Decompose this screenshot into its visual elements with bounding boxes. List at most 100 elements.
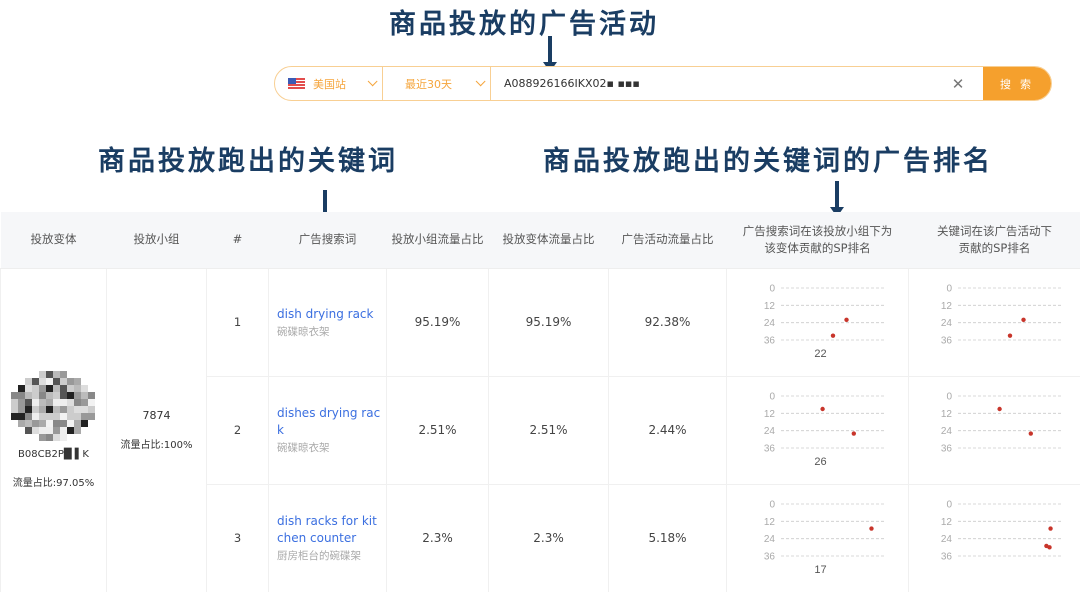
rank-point[interactable] <box>1047 526 1053 531</box>
row-index: 1 <box>206 267 269 377</box>
image-pixel <box>60 427 67 434</box>
product-image[interactable] <box>11 371 96 441</box>
rank-point[interactable] <box>1007 333 1012 338</box>
image-pixel <box>74 427 81 434</box>
site-select[interactable]: 美国站 <box>275 67 383 100</box>
image-pixel <box>46 378 53 385</box>
image-pixel <box>11 406 18 413</box>
y-tick-label: 0 <box>946 392 952 403</box>
y-tick-label: 0 <box>946 500 952 511</box>
y-tick-label: 24 <box>763 534 775 545</box>
rank-value-label: 22 <box>814 348 826 360</box>
image-pixel <box>88 413 95 420</box>
y-tick-label: 24 <box>763 318 775 329</box>
rank-chart[interactable]: 0 12 24 36 <box>920 496 1070 580</box>
group-cell: 7874 流量占比:100% <box>106 267 207 592</box>
campaign-rank-chart: 0 12 24 36 <box>908 267 1080 377</box>
rank-point[interactable] <box>851 431 856 436</box>
keyword-link[interactable]: dish drying rack <box>277 306 382 323</box>
campaign-traffic-pct: 92.38% <box>608 267 727 377</box>
rank-value-label: 17 <box>814 564 826 576</box>
rank-point[interactable] <box>1046 545 1052 550</box>
image-pixel <box>60 399 67 406</box>
keyword-cell: dishes drying rack 碗碟晾衣架 <box>268 375 387 485</box>
annotation-campaign: 商品投放的广告活动 <box>389 9 659 40</box>
rank-point[interactable] <box>996 406 1002 412</box>
search-bar: 美国站 最近30天 ✕ 搜 索 <box>274 66 1052 101</box>
rank-point[interactable] <box>1020 317 1026 322</box>
header-search-term: 广告搜索词 <box>268 212 387 269</box>
image-pixel <box>67 413 74 420</box>
search-input[interactable] <box>504 77 904 90</box>
y-tick-label: 36 <box>763 552 775 563</box>
variant-share: 流量占比:97.05% <box>12 478 95 489</box>
rank-chart[interactable]: 0 12 24 36 26 <box>743 388 893 472</box>
keyword-cell: dish racks for kitchen counter 厨房柜台的碗碟架 <box>268 483 387 592</box>
chevron-down-icon <box>475 76 486 87</box>
variant-rank-chart: 0 12 24 36 22 <box>726 267 909 377</box>
image-pixel <box>53 378 60 385</box>
rank-chart[interactable]: 0 12 24 36 <box>920 388 1070 472</box>
y-tick-label: 12 <box>940 517 952 528</box>
image-pixel <box>32 378 39 385</box>
date-range-label: 最近30天 <box>405 77 452 91</box>
image-pixel <box>67 406 74 413</box>
image-pixel <box>74 406 81 413</box>
image-pixel <box>67 385 74 392</box>
image-pixel <box>81 392 88 399</box>
y-tick-label: 12 <box>940 409 952 420</box>
keyword-link[interactable]: dishes drying rack <box>277 405 382 439</box>
image-pixel <box>39 399 46 406</box>
chevron-down-icon <box>367 76 378 87</box>
rank-chart[interactable]: 0 12 24 36 17 <box>743 496 893 580</box>
image-pixel <box>32 392 39 399</box>
image-pixel <box>39 371 46 378</box>
image-pixel <box>53 385 60 392</box>
keyword-translation: 碗碟晾衣架 <box>277 442 330 454</box>
header-variant-sp-rank: 广告搜索词在该投放小组下为 该变体贡献的SP排名 <box>726 212 909 269</box>
image-pixel <box>53 392 60 399</box>
image-pixel <box>46 434 53 441</box>
y-tick-label: 36 <box>940 444 952 455</box>
variant-rank-chart: 0 12 24 36 17 <box>726 483 909 592</box>
variant-traffic-pct: 2.51% <box>488 375 609 485</box>
y-tick-label: 24 <box>940 426 952 437</box>
image-pixel <box>46 420 53 427</box>
y-tick-label: 12 <box>763 409 775 420</box>
rank-point[interactable] <box>843 317 849 322</box>
image-pixel <box>39 385 46 392</box>
header-line: 关键词在该广告活动下 <box>937 223 1052 238</box>
image-pixel <box>88 399 95 406</box>
rank-chart[interactable]: 0 12 24 36 22 <box>743 280 893 364</box>
keyword-link[interactable]: dish racks for kitchen counter <box>277 513 382 547</box>
rank-point[interactable] <box>819 406 825 412</box>
search-button[interactable]: 搜 索 <box>983 67 1051 100</box>
y-tick-label: 36 <box>763 444 775 455</box>
rank-point[interactable] <box>830 333 835 338</box>
image-pixel <box>25 399 32 406</box>
rank-point[interactable] <box>1028 431 1033 436</box>
y-tick-label: 0 <box>946 284 952 295</box>
header-line: 该变体贡献的SP排名 <box>764 240 871 255</box>
group-traffic-pct: 2.3% <box>386 483 489 592</box>
image-pixel <box>32 420 39 427</box>
image-pixel <box>46 413 53 420</box>
image-pixel <box>67 399 74 406</box>
y-tick-label: 24 <box>940 534 952 545</box>
rank-chart[interactable]: 0 12 24 36 <box>920 280 1070 364</box>
image-pixel <box>81 385 88 392</box>
date-range-select[interactable]: 最近30天 <box>383 67 491 100</box>
header-index: # <box>206 212 269 269</box>
image-pixel <box>25 427 32 434</box>
annotation-ranking: 商品投放跑出的关键词的广告排名 <box>543 146 993 177</box>
close-icon[interactable]: ✕ <box>943 67 973 100</box>
rank-point[interactable] <box>868 526 874 531</box>
y-tick-label: 24 <box>940 318 952 329</box>
variant-asin[interactable]: B08CB2P█ ▌K <box>1 449 106 460</box>
header-campaign-traffic: 广告活动流量占比 <box>608 212 727 269</box>
variant-traffic-pct: 95.19% <box>488 267 609 377</box>
row-index: 3 <box>206 483 269 592</box>
us-flag-icon <box>288 78 305 89</box>
image-pixel <box>74 392 81 399</box>
image-pixel <box>74 413 81 420</box>
